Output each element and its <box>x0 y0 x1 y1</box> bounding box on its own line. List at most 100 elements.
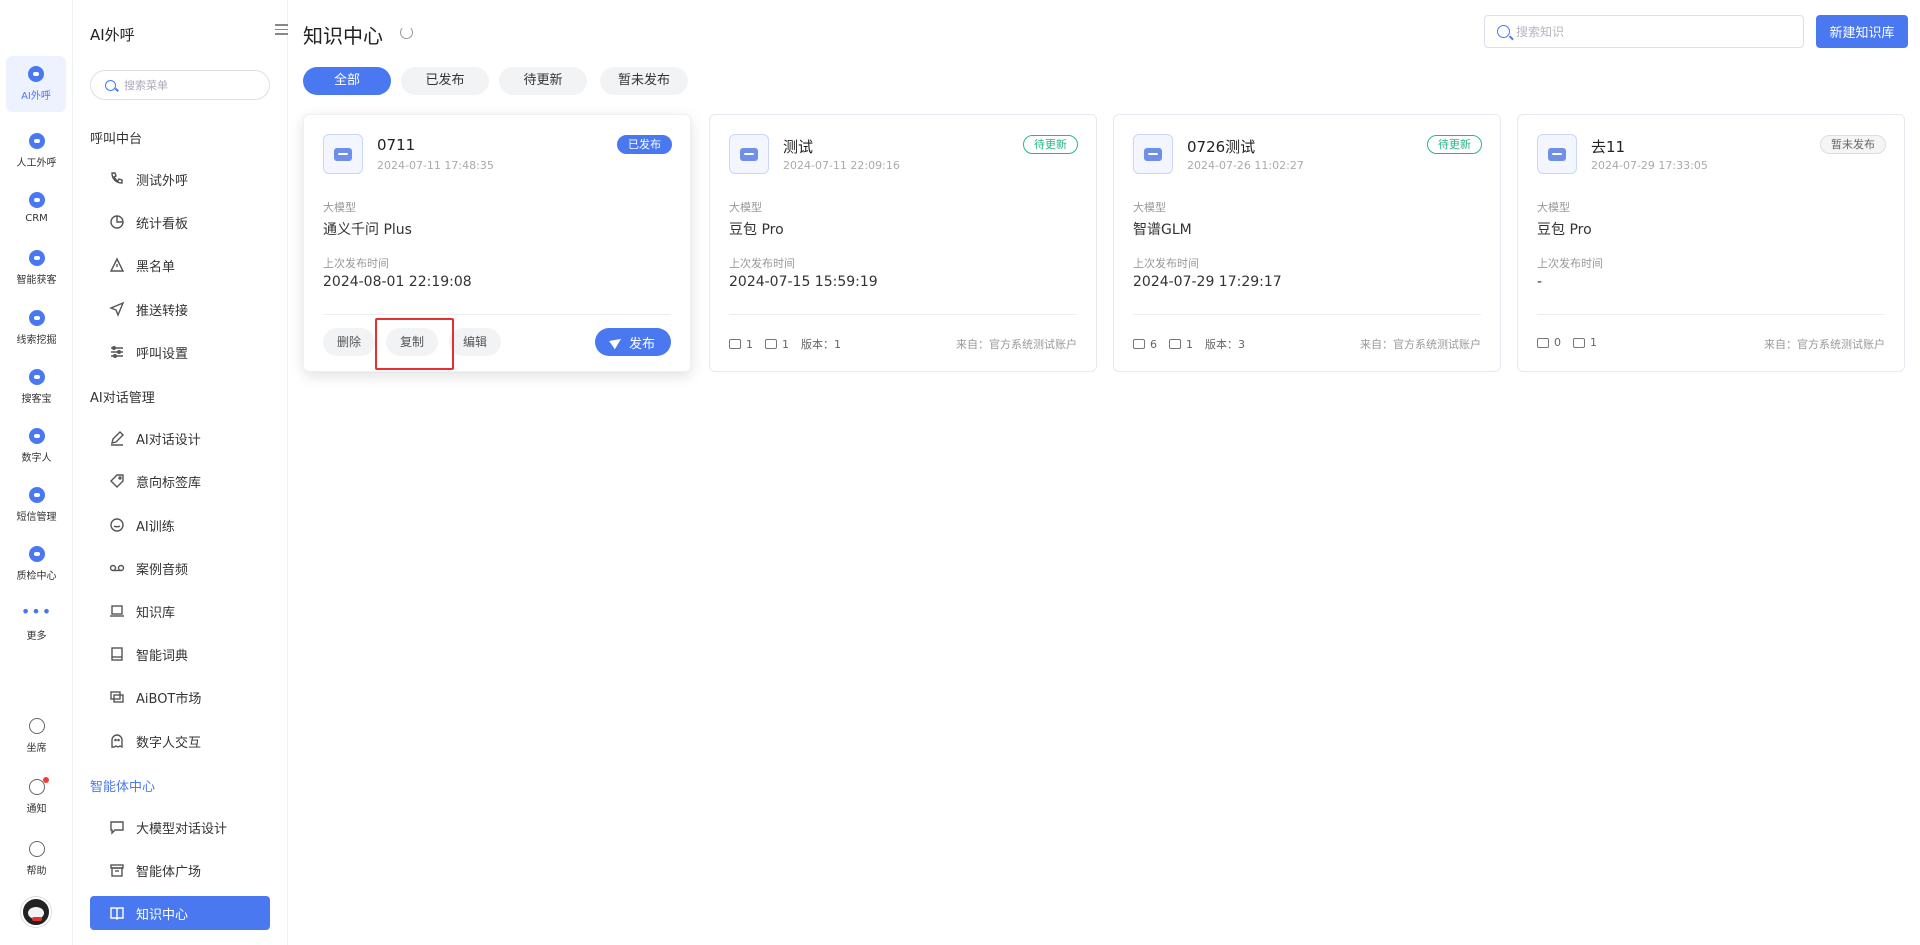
tag-icon <box>110 474 124 488</box>
message-icon <box>28 487 45 503</box>
bell-icon <box>28 779 45 795</box>
copy-button[interactable]: 复制 <box>386 328 438 356</box>
chat-count: 6 <box>1150 337 1157 351</box>
menu-item-push-transfer[interactable]: 推送转接 <box>90 292 270 326</box>
menu-item-label: 黑名单 <box>136 259 176 275</box>
last-publish-label: 上次发布时间 <box>1133 257 1199 270</box>
menu-item-label: 呼叫设置 <box>136 346 189 362</box>
knowledge-base-icon <box>323 134 363 174</box>
side-menu: AI外呼 呼叫中台 测试外呼 统计看板 黑名单 推送转接 呼叫设置 AI对话管理… <box>74 0 288 945</box>
folder-count: 1 <box>782 337 789 351</box>
menu-item-llm-dialog-design[interactable]: 大模型对话设计 <box>90 810 270 844</box>
menu-group-call-center: 呼叫中台 <box>90 132 143 147</box>
chat-icon <box>1133 339 1145 349</box>
menu-search <box>90 70 270 100</box>
last-publish-value: - <box>1537 274 1543 290</box>
menu-item-call-settings[interactable]: 呼叫设置 <box>90 335 270 369</box>
model-value: 智谱GLM <box>1133 222 1192 238</box>
model-value: 豆包 Pro <box>1537 222 1592 238</box>
rail-label: 数字人 <box>21 453 52 464</box>
model-label: 大模型 <box>323 201 356 214</box>
avatar[interactable] <box>21 897 51 927</box>
refresh-icon[interactable] <box>400 26 413 39</box>
rail-item-qa[interactable]: 质检中心 <box>0 546 73 582</box>
knowledge-card[interactable]: 去11 2024-07-29 17:33:05 暂未发布 大模型 豆包 Pro … <box>1517 114 1905 372</box>
card-name: 去11 <box>1591 138 1626 156</box>
last-publish-label: 上次发布时间 <box>729 257 795 270</box>
menu-item-blacklist[interactable]: 黑名单 <box>90 248 270 282</box>
menu-item-aibot-market[interactable]: AiBOT市场 <box>90 680 270 714</box>
filter-tab-all[interactable]: 全部 <box>303 67 391 95</box>
rail-item-soukebao[interactable]: 搜客宝 <box>0 369 73 405</box>
rail-item-leads[interactable]: 线索挖掘 <box>0 310 73 346</box>
menu-item-intent-tags[interactable]: 意向标签库 <box>90 464 270 498</box>
chat-count: 0 <box>1554 336 1561 349</box>
help-icon <box>28 841 45 857</box>
menu-item-knowledge-base[interactable]: 知识库 <box>90 594 270 628</box>
menu-item-test-call[interactable]: 测试外呼 <box>90 162 270 196</box>
folder-icon <box>765 339 777 349</box>
main-content: 知识中心 新建知识库 全部 已发布 待更新 暂未发布 0711 2024-07-… <box>289 0 1920 945</box>
phone-robot-icon <box>28 66 44 82</box>
card-divider <box>1537 314 1885 315</box>
menu-item-knowledge-center[interactable]: 知识中心 <box>90 896 270 930</box>
publish-button[interactable]: 发布 <box>595 328 671 356</box>
menu-item-dashboard[interactable]: 统计看板 <box>90 205 270 239</box>
folder-count: 1 <box>1186 337 1193 351</box>
menu-search-input[interactable] <box>124 78 244 92</box>
menu-item-label: 智能词典 <box>136 648 189 664</box>
folder-icon <box>1573 337 1585 348</box>
edit-button[interactable]: 编辑 <box>449 328 501 356</box>
rail-item-acquisition[interactable]: 智能获客 <box>0 250 73 286</box>
chat-icon <box>1537 337 1549 348</box>
last-publish-label: 上次发布时间 <box>1537 257 1603 270</box>
rail-item-help[interactable]: 帮助 <box>0 841 73 877</box>
rail-item-ai-call[interactable]: AI外呼 <box>6 56 66 112</box>
filter-tab-pending-update[interactable]: 待更新 <box>499 67 587 95</box>
knowledge-card[interactable]: 测试 2024-07-11 22:09:16 待更新 大模型 豆包 Pro 上次… <box>709 114 1097 372</box>
version-text: 版本：3 <box>1205 338 1245 351</box>
status-badge: 已发布 <box>617 135 672 154</box>
rail-label: CRM <box>25 213 48 224</box>
menu-item-label: 智能体广场 <box>136 864 202 880</box>
menu-item-smart-dictionary[interactable]: 智能词典 <box>90 637 270 671</box>
menu-item-label: 知识中心 <box>136 907 189 923</box>
chat-bubble-icon <box>110 518 124 532</box>
model-label: 大模型 <box>729 201 762 214</box>
rail-item-manual-call[interactable]: 人工外呼 <box>0 133 73 169</box>
collapse-menu-icon[interactable] <box>275 24 288 36</box>
rail-item-notify[interactable]: 通知 <box>0 777 73 815</box>
rail-item-more[interactable]: ••• 更多 <box>0 604 73 643</box>
folder-icon <box>1169 339 1181 349</box>
rail-item-seat[interactable]: 坐席 <box>0 718 73 754</box>
knowledge-base-icon <box>729 134 769 174</box>
rail-label: 短信管理 <box>16 512 57 523</box>
send-icon <box>609 334 624 350</box>
menu-item-agent-plaza[interactable]: 智能体广场 <box>90 853 270 887</box>
knowledge-card[interactable]: 0711 2024-07-11 17:48:35 已发布 大模型 通义千问 Pl… <box>303 114 691 372</box>
menu-item-digital-human-interaction[interactable]: 数字人交互 <box>90 724 270 758</box>
filter-tab-unpublished[interactable]: 暂未发布 <box>600 67 688 95</box>
new-knowledge-base-button[interactable]: 新建知识库 <box>1816 15 1908 48</box>
delete-button[interactable]: 删除 <box>323 328 375 356</box>
search-icon <box>105 79 116 91</box>
archive-icon <box>110 863 124 877</box>
filter-tab-published[interactable]: 已发布 <box>401 67 489 95</box>
knowledge-search-input[interactable] <box>1516 24 1796 39</box>
menu-item-ai-dialog-design[interactable]: AI对话设计 <box>90 421 270 455</box>
voicemail-icon <box>109 561 125 575</box>
rail-item-sms[interactable]: 短信管理 <box>0 487 73 523</box>
menu-item-case-audio[interactable]: 案例音频 <box>90 551 270 585</box>
rail-item-crm[interactable]: CRM <box>0 192 73 224</box>
card-name: 0711 <box>377 136 416 154</box>
knowledge-card[interactable]: 0726测试 2024-07-26 11:02:27 待更新 大模型 智谱GLM… <box>1113 114 1501 372</box>
menu-item-ai-training[interactable]: AI训练 <box>90 508 270 542</box>
card-created-date: 2024-07-26 11:02:27 <box>1187 159 1304 172</box>
model-value: 通义千问 Plus <box>323 222 412 238</box>
phone-icon <box>28 369 45 385</box>
knowledge-search <box>1484 15 1804 48</box>
model-label: 大模型 <box>1133 201 1166 214</box>
card-created-date: 2024-07-11 22:09:16 <box>783 159 900 172</box>
menu-item-label: 统计看板 <box>136 216 189 232</box>
rail-item-digital-human[interactable]: 数字人 <box>0 428 73 464</box>
